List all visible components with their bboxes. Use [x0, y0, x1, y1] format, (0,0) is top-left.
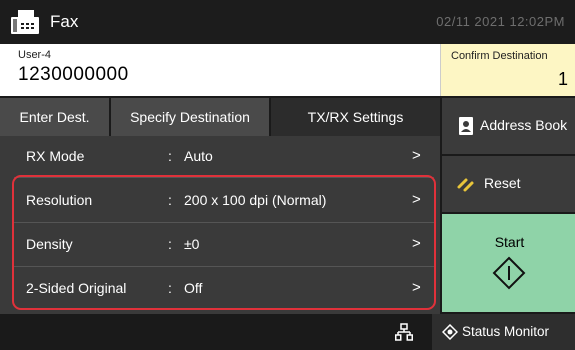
tab-enter-dest[interactable]: Enter Dest.: [0, 98, 109, 136]
highlight-frame: [12, 175, 436, 310]
address-book-label: Address Book: [480, 117, 568, 133]
destination-field[interactable]: User-4 1230000000: [0, 44, 440, 96]
app-title: Fax: [50, 12, 79, 31]
start-label: Start: [494, 234, 525, 250]
address-book-icon: [459, 117, 473, 135]
title-bar: Fax 02/11 2021 12:02PM: [0, 0, 575, 44]
confirm-destination-button[interactable]: Confirm Destination 1: [440, 44, 575, 96]
network-icon: [395, 323, 413, 341]
status-monitor-icon: [442, 324, 458, 340]
confirm-destination-label: Confirm Destination: [451, 50, 548, 62]
destination-number: 1230000000: [18, 64, 129, 85]
confirm-destination-count: 1: [557, 69, 568, 89]
chevron-right-icon: >: [412, 147, 421, 164]
address-book-button[interactable]: Address Book: [440, 98, 575, 154]
tab-specify-destination[interactable]: Specify Destination: [111, 98, 269, 136]
fax-icon: [11, 10, 39, 34]
tab-bar: Enter Dest. Specify Destination TX/RX Se…: [0, 98, 440, 136]
status-monitor-label: Status Monitor: [462, 324, 550, 339]
setting-row-rx-mode[interactable]: RX Mode : Auto >: [0, 136, 440, 176]
datetime: 02/11 2021 12:02PM: [436, 14, 565, 29]
tab-tx-rx-settings[interactable]: TX/RX Settings: [271, 98, 440, 136]
reset-button[interactable]: Reset: [440, 156, 575, 212]
start-icon: [492, 256, 526, 290]
reset-icon: [457, 178, 474, 192]
setting-value: Auto: [184, 148, 213, 164]
setting-colon: :: [168, 148, 172, 164]
destination-user: User-4: [18, 49, 52, 61]
status-monitor-button[interactable]: Status Monitor: [432, 314, 575, 350]
start-button[interactable]: Start: [440, 214, 575, 312]
bottom-bar: Status Monitor: [0, 314, 575, 350]
reset-label: Reset: [484, 175, 521, 191]
setting-label: RX Mode: [26, 148, 85, 164]
